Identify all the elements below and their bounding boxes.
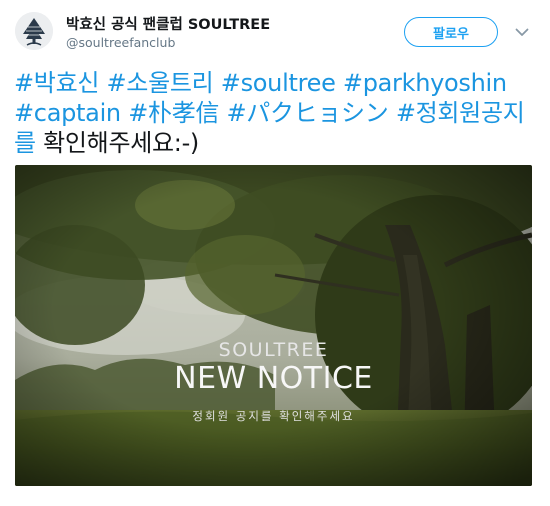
chevron-down-icon xyxy=(515,28,529,36)
more-options-button[interactable] xyxy=(512,22,532,42)
tweet-line-2: #captain #朴孝信 #パクヒョシン #정회원공지 xyxy=(14,98,539,128)
hashtag-link[interactable]: #소울트리 xyxy=(107,69,214,97)
hashtag-link[interactable]: #soultree xyxy=(221,69,336,97)
tweet-text-segment xyxy=(336,69,343,97)
hashtag-link[interactable]: #朴孝信 xyxy=(128,99,219,127)
tree-logo-icon xyxy=(15,12,53,50)
media-subtitle-text: 정회원 공지를 확인해주세요 xyxy=(192,409,355,423)
account-name[interactable]: 박효신 공식 팬클럽 SOULTREE xyxy=(66,13,270,34)
media-title-text: NEW NOTICE xyxy=(174,361,373,396)
hashtag-link[interactable]: #parkhyoshin xyxy=(343,69,507,97)
hashtag-link[interactable]: #パクヒョシン xyxy=(226,99,388,127)
tweet-text-segment xyxy=(99,69,106,97)
hashtag-link[interactable]: #정회원공지 xyxy=(396,99,525,127)
media-brand-text: SOULTREE xyxy=(218,339,329,361)
account-handle[interactable]: @soultreefanclub xyxy=(66,35,175,50)
hashtag-link[interactable]: 를 xyxy=(14,129,36,157)
tweet-text-segment xyxy=(213,69,220,97)
hashtag-link[interactable]: #captain xyxy=(14,99,121,127)
tweet-line-1: #박효신 #소울트리 #soultree #parkhyoshin xyxy=(14,68,539,98)
hashtag-link[interactable]: #박효신 xyxy=(14,69,99,97)
forest-photo xyxy=(15,165,532,486)
tweet-text-segment: 확인해주세요:-) xyxy=(35,129,199,157)
tweet-text: #박효신 #소울트리 #soultree #parkhyoshin #capta… xyxy=(14,68,539,158)
avatar[interactable] xyxy=(15,12,53,50)
tweet-text-segment xyxy=(388,99,395,127)
tweet-media-image[interactable]: SOULTREE NEW NOTICE 정회원 공지를 확인해주세요 xyxy=(15,165,532,486)
follow-button[interactable]: 팔로우 xyxy=(404,17,498,47)
tweet-line-3: 를 확인해주세요:-) xyxy=(14,128,539,158)
